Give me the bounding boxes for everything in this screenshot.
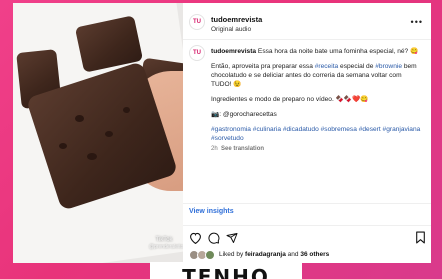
comment-icon[interactable] [208,231,220,249]
likes-others-link[interactable]: 36 others [300,251,329,258]
likes-prefix: Liked by [219,251,246,258]
send-icon[interactable] [226,231,238,249]
liker-username[interactable]: feiradagranja [245,251,286,258]
likes-text: Liked by feiradagranja and 36 others [219,251,329,258]
bookmark-icon[interactable] [415,231,426,249]
chocolate-chip [87,153,97,160]
caption-overlay-text: TENHO [150,262,302,279]
post-info-panel: TU tudoemrevista Original audio ••• TU t… [183,3,431,263]
caption-text: Então, aproveita pra preparar essa [211,63,315,70]
caption-text: especial de [338,63,376,70]
more-horizontal-icon[interactable]: ••• [411,17,423,27]
chocolate-chip [123,107,130,113]
hashtag-link[interactable]: #brownie [375,63,402,70]
tiktok-watermark: TikTok @prenderaleitor [149,237,183,251]
tiktok-username: @prenderaleitor [149,244,183,250]
divider [183,39,431,40]
heart-icon[interactable] [189,231,202,249]
divider [183,203,431,204]
liker-avatar [205,250,215,260]
audio-label[interactable]: Original audio [211,26,251,33]
see-translation-link[interactable]: See translation [221,146,264,152]
caption-avatar[interactable]: TU [189,45,205,61]
caption-body: tudoemrevista Essa hora da noite bate um… [211,47,421,160]
caption-username[interactable]: tudoemrevista [211,48,256,55]
caption-photo-credit: 📷: @gorocharecettas [211,111,277,118]
tiktok-logo-text: TikTok [155,237,173,243]
view-insights-link[interactable]: View insights [189,208,234,215]
likes-row: Liked by feiradagranja and 36 others [189,250,427,260]
divider [183,225,431,226]
likes-conjunction: and [285,251,301,258]
post-photo[interactable]: TikTok @prenderaleitor [13,3,183,263]
chocolate-chip [75,115,84,122]
chocolate-chip [105,131,113,137]
post-header: TU tudoemrevista Original audio ••• [189,11,427,37]
caption-hashtags[interactable]: #gastronomia #culinaria #dicadatudo #sob… [211,125,421,143]
caption-ingredients: Ingredientes e modo de preparo no vídeo.… [211,96,369,103]
post-time: 2h [211,146,218,152]
header-username[interactable]: tudoemrevista [211,15,262,24]
action-bar [189,231,427,245]
hashtag-link[interactable]: #receita [315,63,338,70]
chocolate-chip [59,143,67,149]
avatar[interactable]: TU [189,14,205,30]
instagram-post: TikTok @prenderaleitor TU tudoemrevista … [13,3,431,263]
caption-line-1: Essa hora da noite bate uma fominha espe… [257,48,419,55]
